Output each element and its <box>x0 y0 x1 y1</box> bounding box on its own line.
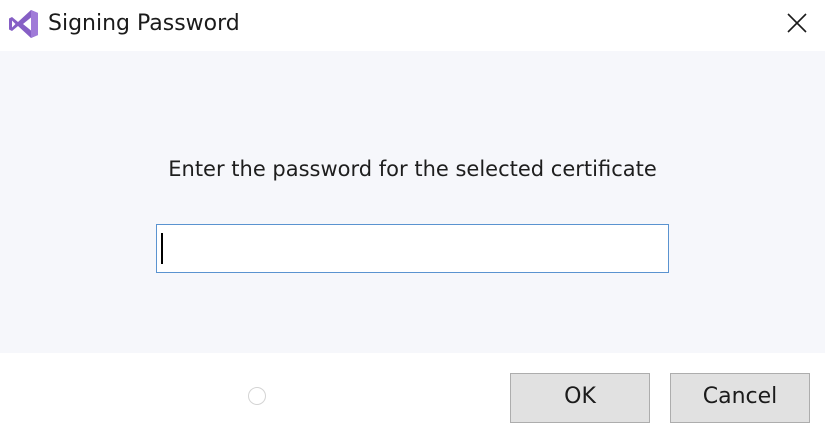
signing-password-dialog: Signing Password Enter the password for … <box>0 0 825 438</box>
password-input[interactable] <box>156 224 669 273</box>
text-caret <box>161 233 163 264</box>
close-icon[interactable] <box>783 9 811 37</box>
dialog-footer: OK Cancel <box>0 353 825 438</box>
dialog-content: Enter the password for the selected cert… <box>0 51 825 353</box>
spinner-icon <box>248 387 266 405</box>
visual-studio-icon <box>8 8 40 40</box>
password-prompt-label: Enter the password for the selected cert… <box>168 157 657 181</box>
title-bar: Signing Password <box>0 0 825 51</box>
ok-button[interactable]: OK <box>510 373 650 423</box>
cancel-button[interactable]: Cancel <box>670 373 810 423</box>
window-title: Signing Password <box>48 11 240 36</box>
